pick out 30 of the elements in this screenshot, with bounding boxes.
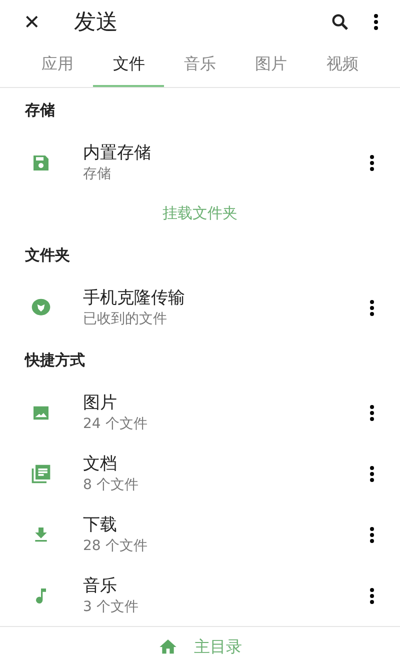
list-item[interactable]: 手机克隆传输 已收到的文件: [0, 277, 400, 338]
item-title: 手机克隆传输: [83, 286, 186, 309]
tab[interactable]: 音乐: [164, 44, 236, 88]
item-subtitle: 24 个文件: [83, 414, 148, 434]
item-subtitle: 存储: [83, 164, 112, 184]
list-item[interactable]: 文档 8 个文件: [0, 443, 400, 504]
list-item[interactable]: 内置存储 存储: [0, 132, 400, 194]
tab[interactable]: 文件: [93, 44, 164, 88]
section-title: 文件夹: [25, 246, 70, 265]
list-item[interactable]: 音乐 3 个文件: [0, 565, 400, 626]
screen-title: 发送: [74, 9, 119, 38]
item-title: 音乐: [83, 574, 118, 597]
list-item[interactable]: 图片 24 个文件: [0, 382, 400, 444]
section-title: 快捷方式: [25, 350, 85, 370]
section-title: 存储: [25, 100, 55, 120]
item-subtitle: 3 个文件: [83, 598, 140, 617]
tab[interactable]: 视频: [306, 44, 378, 88]
list-item[interactable]: 下载 28 个文件: [0, 504, 400, 566]
item-title: 图片: [83, 392, 118, 414]
item-subtitle: 8 个文件: [83, 476, 140, 495]
close-button[interactable]: ✕: [16, 6, 48, 38]
tab[interactable]: 图片: [236, 44, 307, 88]
item-subtitle: 已收到的文件: [83, 310, 168, 329]
item-subtitle: 28 个文件: [83, 536, 148, 556]
item-title: 内置存储: [83, 142, 152, 164]
documents-icon: [30, 462, 52, 485]
item-title: 下载: [83, 514, 118, 536]
home-label: 主目录: [194, 636, 242, 658]
item-title: 文档: [83, 452, 118, 475]
tab[interactable]: 应用: [22, 44, 94, 88]
